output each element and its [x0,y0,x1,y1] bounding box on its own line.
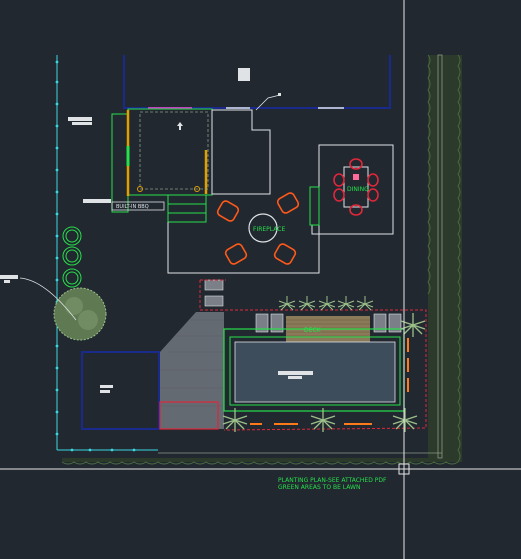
house-fixture [238,68,250,81]
site-plan-drawing: BUILT-IN BBQ FIREPLACE DINING DECK PLANT… [0,0,521,559]
shrub-icon [62,226,82,288]
footnote-line-1: PLANTING PLAN-SEE ATTACHED PDF [278,477,387,484]
swimming-pool [223,328,409,425]
house-outline [123,55,391,111]
fire-pit-label: FIREPLACE [253,226,285,233]
footnote-line-2: GREEN AREAS TO BE LAWN [278,484,360,491]
hedge-strip [61,54,462,465]
bbq-label: BUILT-IN BBQ [116,204,149,210]
footnote: PLANTING PLAN-SEE ATTACHED PDF GREEN ARE… [278,477,387,491]
dining-table: DINING [333,158,379,216]
tree-icon [53,287,107,341]
dining-label: DINING [347,186,369,193]
cad-viewport[interactable]: BUILT-IN BBQ FIREPLACE DINING DECK PLANT… [0,0,521,559]
outdoor-kitchen: BUILT-IN BBQ [68,108,213,223]
side-plantings [0,226,107,341]
paved-patio [159,312,224,430]
fire-pit-area: FIREPLACE [216,192,300,265]
garage [81,351,160,430]
deck-label: DECK [304,327,322,334]
